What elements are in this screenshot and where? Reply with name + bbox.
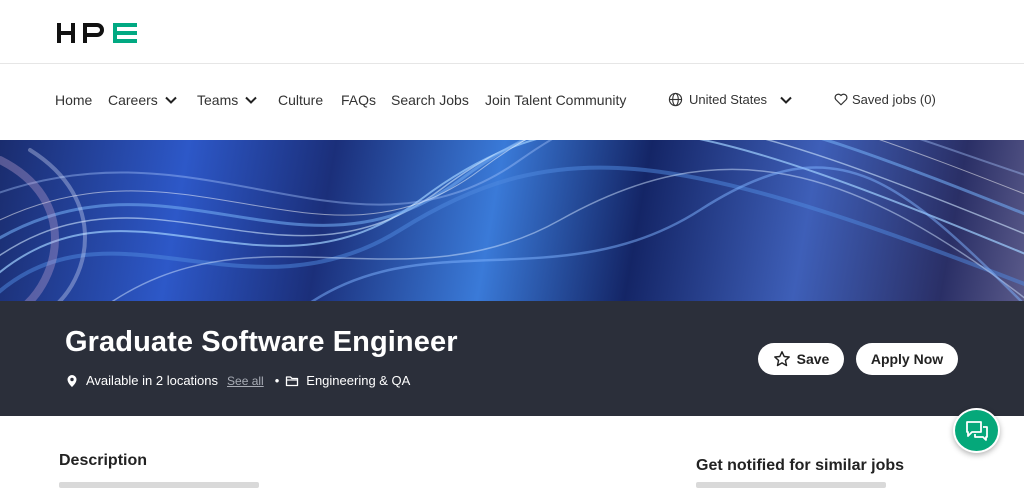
country-label: United States [689, 92, 768, 107]
meta-separator: • [274, 373, 280, 388]
job-locations: Available in 2 locations [86, 373, 219, 388]
nav-faqs[interactable]: FAQs [341, 92, 376, 108]
save-job-button[interactable]: Save [758, 343, 844, 375]
nav-home[interactable]: Home [55, 92, 92, 108]
hpe-logo-mark [57, 23, 137, 43]
hpe-logo[interactable] [57, 20, 139, 46]
top-logo-bar [0, 0, 1024, 64]
notify-text-cutoff [696, 482, 886, 488]
job-meta: Available in 2 locations See all • Engin… [65, 373, 410, 388]
hero-image [0, 140, 1024, 301]
job-category: Engineering & QA [306, 373, 411, 388]
location-pin-icon [67, 374, 77, 387]
hero-abstract-waves [0, 140, 1024, 301]
apply-now-button[interactable]: Apply Now [856, 343, 958, 375]
chat-widget-button[interactable] [953, 408, 1000, 453]
nav-search-jobs[interactable]: Search Jobs [391, 92, 469, 108]
apply-button-label: Apply Now [870, 351, 944, 367]
job-header-banner: Graduate Software Engineer Available in … [0, 301, 1024, 416]
nav-faqs-label: FAQs [341, 92, 377, 108]
job-title: Graduate Software Engineer [65, 326, 458, 358]
star-icon [773, 351, 790, 367]
nav-careers-label: Careers [108, 92, 158, 108]
nav-teams-label: Teams [197, 92, 239, 108]
main-nav: Home Careers Teams Culture FAQs Search J… [0, 64, 1024, 140]
globe-icon [668, 92, 683, 107]
nav-careers[interactable]: Careers [108, 92, 178, 108]
chevron-down-icon [245, 96, 257, 104]
save-button-label: Save [796, 351, 830, 367]
saved-jobs-link[interactable]: Saved jobs (0) [834, 92, 936, 107]
description-heading: Description [59, 452, 148, 469]
country-selector[interactable]: United States [668, 92, 793, 107]
nav-join-talent-community[interactable]: Join Talent Community [485, 92, 626, 108]
nav-culture[interactable]: Culture [278, 92, 323, 108]
description-text-cutoff [59, 482, 259, 488]
chevron-down-icon [780, 96, 792, 104]
heart-icon [834, 93, 848, 106]
see-all-locations-link[interactable]: See all [227, 374, 264, 388]
nav-join-talent-label: Join Talent Community [485, 92, 627, 108]
chevron-down-icon [165, 96, 177, 104]
nav-teams[interactable]: Teams [197, 92, 258, 108]
nav-search-jobs-label: Search Jobs [391, 92, 469, 108]
notify-similar-jobs-heading: Get notified for similar jobs [696, 457, 905, 474]
folder-icon [286, 375, 299, 386]
saved-jobs-label: Saved jobs (0) [852, 92, 936, 107]
chat-icon [965, 420, 988, 441]
nav-home-label: Home [55, 92, 93, 108]
nav-culture-label: Culture [278, 92, 324, 108]
